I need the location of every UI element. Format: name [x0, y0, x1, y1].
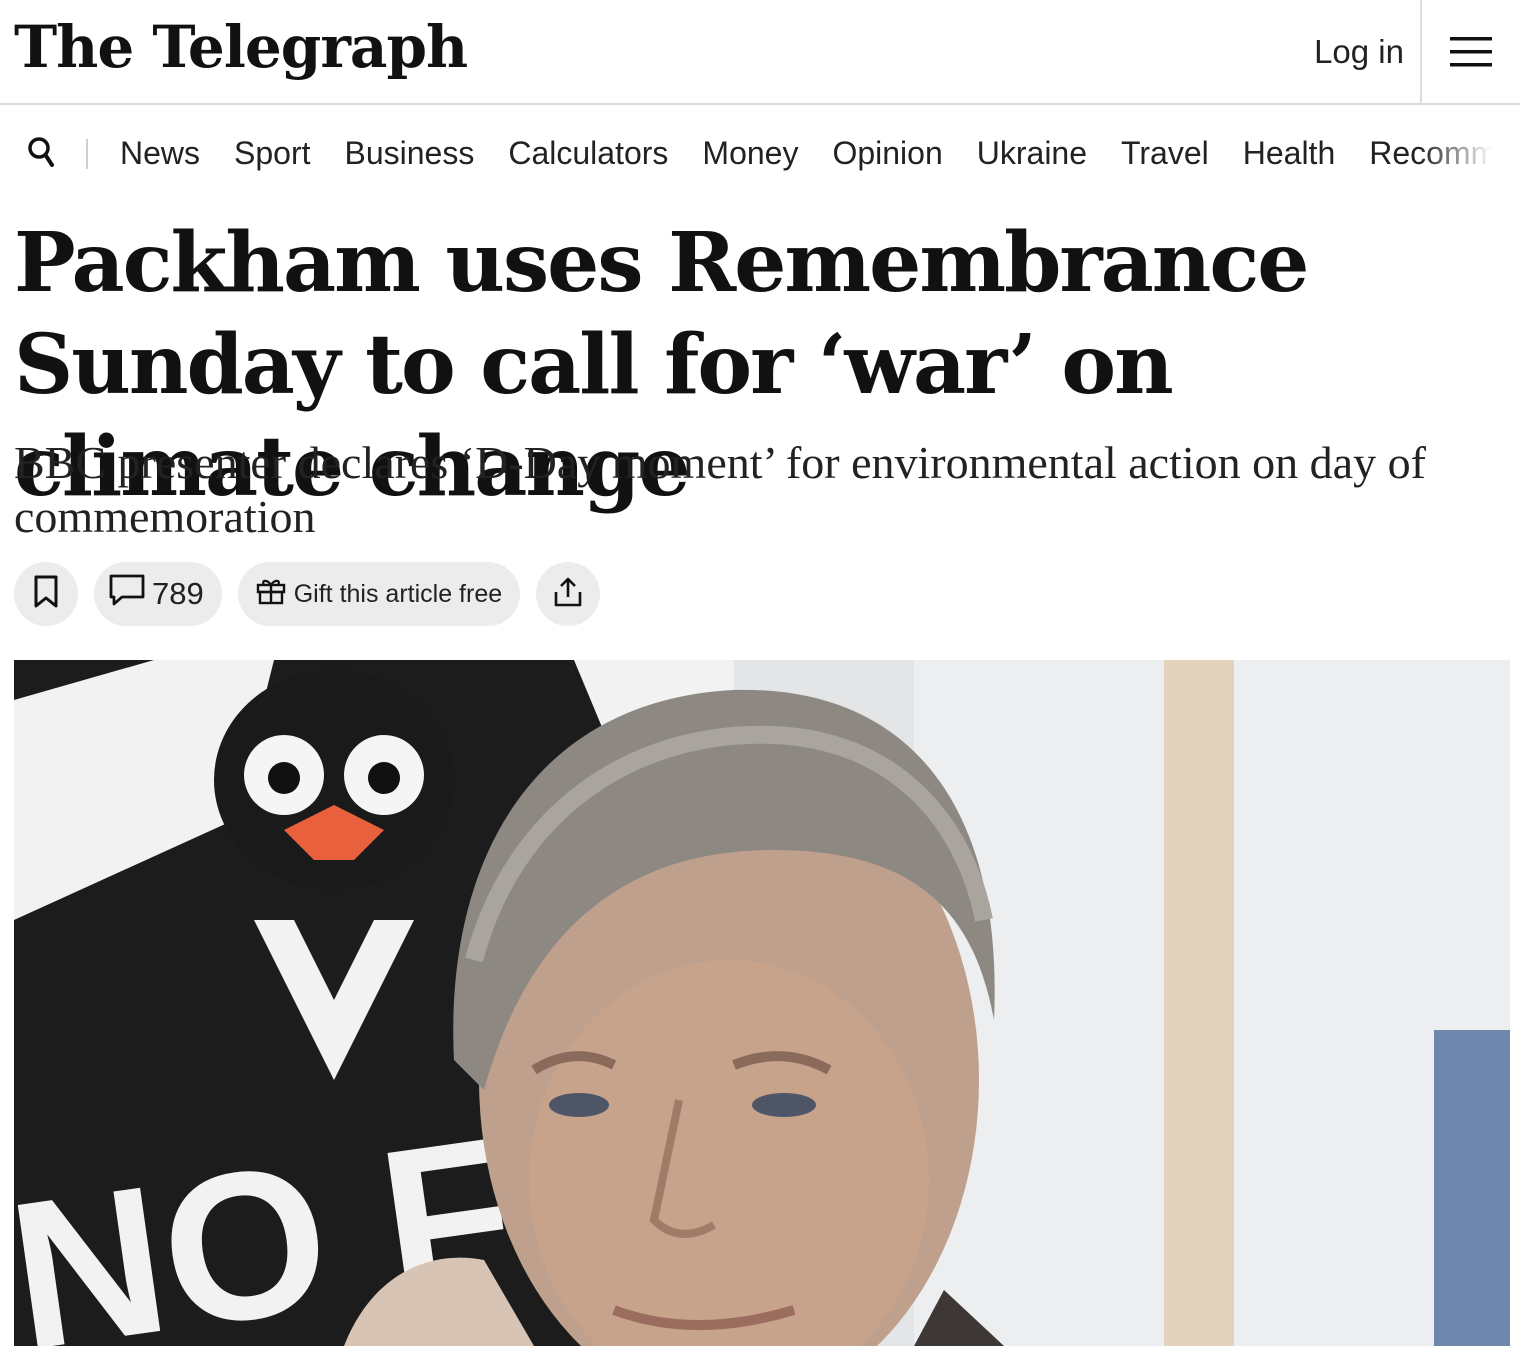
nav-item-opinion[interactable]: Opinion — [815, 135, 959, 172]
bookmark-icon — [33, 575, 59, 614]
nav-item-business[interactable]: Business — [328, 135, 492, 172]
article-standfirst: BBC presenter declares ‘D-Day moment’ fo… — [14, 437, 1426, 542]
login-link[interactable]: Log in — [1300, 0, 1420, 103]
article-actions: 789 Gift this article free — [14, 562, 616, 626]
search-icon — [26, 137, 58, 175]
gift-icon — [256, 577, 294, 612]
site-header: The Telegraph Log in — [0, 0, 1520, 105]
hero-image: NO FR — [14, 660, 1510, 1346]
comment-icon — [108, 573, 152, 615]
nav-divider — [86, 139, 88, 169]
comments-button[interactable]: 789 — [94, 562, 222, 626]
nav-item-money[interactable]: Money — [685, 135, 815, 172]
nav-item-calculators[interactable]: Calculators — [491, 135, 685, 172]
nav-item-sport[interactable]: Sport — [217, 135, 327, 172]
nav-item-recommended[interactable]: Recommended — [1352, 135, 1510, 172]
nav-item-ukraine[interactable]: Ukraine — [960, 135, 1104, 172]
nav-items: News Sport Business Calculators Money Opinion… — [103, 127, 1510, 179]
share-button[interactable] — [536, 562, 601, 626]
nav-item-health[interactable]: Health — [1226, 135, 1353, 172]
site-logo[interactable]: The Telegraph — [14, 12, 468, 82]
gift-article-button[interactable]: Gift this article free — [237, 562, 521, 626]
search-button[interactable] — [26, 135, 62, 171]
section-nav: News Sport Business Calculators Money Opinion… — [0, 105, 1520, 200]
gift-label: Gift this article free — [293, 579, 503, 608]
bookmark-button[interactable] — [14, 562, 78, 626]
hamburger-icon — [1450, 36, 1492, 67]
share-icon — [553, 576, 583, 613]
menu-button[interactable] — [1420, 0, 1520, 103]
comment-count: 789 — [152, 576, 204, 611]
nav-item-news[interactable]: News — [103, 135, 217, 172]
nav-item-travel[interactable]: Travel — [1104, 135, 1226, 172]
